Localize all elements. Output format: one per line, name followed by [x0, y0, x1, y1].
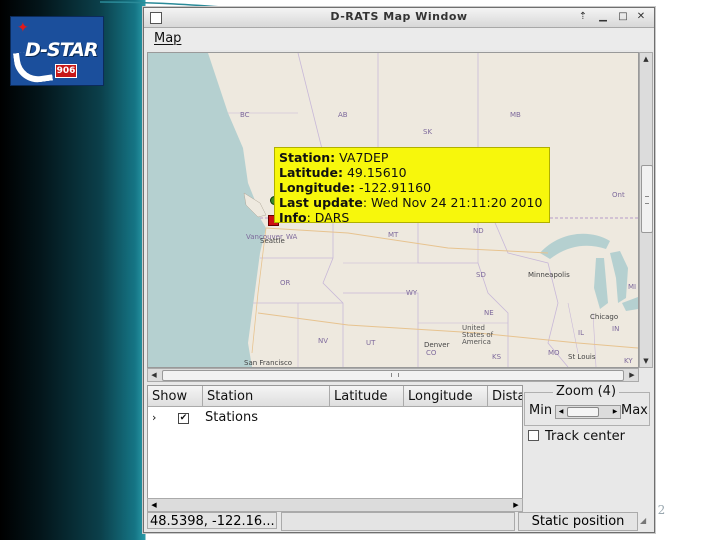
- map-label-sk: SK: [423, 128, 433, 136]
- minimize-button[interactable]: ▁: [596, 10, 610, 24]
- map-horizontal-scrollbar[interactable]: ◀ ▶: [147, 368, 639, 382]
- menu-bar: Map: [144, 28, 654, 50]
- zoom-group: Zoom (4) Min ◀ ▶ Max: [524, 384, 650, 426]
- map-label-ont: Ont: [612, 191, 625, 199]
- slider-right-arrow-icon[interactable]: ▶: [610, 406, 620, 418]
- zoom-slider[interactable]: ◀ ▶: [555, 405, 621, 419]
- column-header-longitude[interactable]: Longitude: [404, 386, 488, 407]
- popup-info-key: Info: [279, 210, 307, 225]
- maple-leaf-icon: ✦: [17, 20, 29, 36]
- scroll-left-arrow-icon[interactable]: ◀: [148, 499, 160, 511]
- map-label-mb: MB: [510, 111, 521, 119]
- status-message-area: [281, 512, 515, 531]
- popup-latitude-key: Latitude:: [279, 165, 343, 180]
- scroll-down-arrow-icon[interactable]: ▼: [640, 355, 652, 367]
- popup-latitude-value: 49.15610: [346, 165, 407, 180]
- track-center-label: Track center: [545, 429, 625, 444]
- menu-map[interactable]: Map: [154, 31, 181, 46]
- status-coordinates: 48.5398, -122.16...: [147, 512, 277, 529]
- map-label-st-louis: St Louis: [568, 353, 596, 361]
- track-center-option[interactable]: Track center: [528, 429, 625, 444]
- map-label-minneapolis: Minneapolis: [528, 271, 570, 279]
- map-label-mi: MI: [628, 283, 637, 291]
- map-vertical-scrollbar[interactable]: ▲ ▼: [639, 52, 653, 368]
- map-label-ut: UT: [366, 339, 376, 347]
- map-label-in: IN: [612, 325, 620, 333]
- zoom-slider-knob[interactable]: [567, 407, 599, 417]
- static-position-button[interactable]: Static position: [518, 512, 638, 531]
- map-label-sd: SD: [476, 271, 486, 279]
- slider-left-arrow-icon[interactable]: ◀: [556, 406, 566, 418]
- station-table: Show Station Latitude Longitude Dista › …: [147, 385, 523, 499]
- map-label-mo: MO: [548, 349, 560, 357]
- map-window: D-RATS Map Window ⇡ ▁ □ ✕ Map BC AB SK M…: [143, 7, 655, 533]
- map-label-united-states: United States of America: [462, 324, 494, 346]
- column-header-station[interactable]: Station: [203, 386, 330, 407]
- map-label-san-francisco: San Francisco: [244, 359, 293, 367]
- dstar-logo: ✦ D-STAR 906: [10, 16, 104, 86]
- popup-station-key: Station:: [279, 150, 336, 165]
- scroll-up-arrow-icon[interactable]: ▲: [640, 53, 652, 65]
- map-label-ky: KY: [624, 357, 633, 365]
- station-info-popup: Station: VA7DEP Latitude: 49.15610 Longi…: [274, 147, 550, 225]
- track-center-checkbox[interactable]: [528, 430, 539, 441]
- map-label-chicago: Chicago: [590, 313, 619, 321]
- scroll-right-arrow-icon[interactable]: ▶: [626, 369, 638, 381]
- logo-badge: 906: [55, 64, 77, 78]
- map-label-or: OR: [280, 279, 291, 287]
- logo-text: D-STAR: [25, 39, 99, 61]
- close-button[interactable]: ✕: [634, 10, 648, 24]
- popup-longitude-value: -122.91160: [358, 180, 432, 195]
- table-horizontal-scrollbar[interactable]: ◀ ▶: [147, 498, 523, 512]
- vertical-scroll-thumb[interactable]: [641, 165, 653, 233]
- grip-icon: [391, 373, 399, 377]
- map-label-bc: BC: [240, 111, 250, 119]
- map-label-ab: AB: [338, 111, 348, 119]
- grip-icon: [645, 196, 649, 204]
- popup-info-value: DARS: [314, 210, 350, 225]
- column-header-latitude[interactable]: Latitude: [330, 386, 404, 407]
- column-header-distance[interactable]: Dista: [488, 386, 522, 407]
- map-label-wy: WY: [406, 289, 418, 297]
- scroll-right-arrow-icon[interactable]: ▶: [510, 499, 522, 511]
- map-view[interactable]: BC AB SK MB Ont Vancouver Seattle WA MT …: [147, 52, 639, 368]
- show-checkbox[interactable]: ✔: [178, 413, 189, 424]
- popup-station-value: VA7DEP: [339, 150, 389, 165]
- map-label-wa: WA: [286, 233, 298, 241]
- map-label-mt: MT: [388, 231, 399, 239]
- row-label-stations: Stations: [205, 410, 258, 425]
- zoom-max-label: Max: [621, 403, 648, 418]
- map-label-co: CO: [426, 349, 437, 357]
- map-label-ks: KS: [492, 353, 502, 361]
- map-label-ne: NE: [484, 309, 494, 317]
- resize-grip-icon[interactable]: ◢: [640, 516, 650, 526]
- map-label-denver: Denver: [424, 341, 450, 349]
- scroll-left-arrow-icon[interactable]: ◀: [148, 369, 160, 381]
- popup-longitude-key: Longitude:: [279, 180, 355, 195]
- table-row[interactable]: › ✔ Stations: [148, 408, 522, 428]
- keep-above-button[interactable]: ⇡: [576, 10, 590, 24]
- map-label-nd: ND: [473, 227, 484, 235]
- column-header-show[interactable]: Show: [148, 386, 203, 407]
- map-label-nv: NV: [318, 337, 329, 345]
- map-label-il: IL: [578, 329, 584, 337]
- popup-last-update-key: Last update: [279, 195, 363, 210]
- zoom-min-label: Min: [529, 403, 553, 418]
- popup-last-update-value: Wed Nov 24 21:11:20 2010: [371, 195, 543, 210]
- horizontal-scroll-thumb[interactable]: [162, 370, 624, 381]
- map-label-seattle: Seattle: [260, 237, 285, 245]
- expander-arrow-icon[interactable]: ›: [152, 408, 156, 428]
- maximize-button[interactable]: □: [616, 10, 630, 24]
- zoom-title: Zoom (4): [553, 384, 620, 399]
- title-bar[interactable]: D-RATS Map Window ⇡ ▁ □ ✕: [144, 8, 654, 28]
